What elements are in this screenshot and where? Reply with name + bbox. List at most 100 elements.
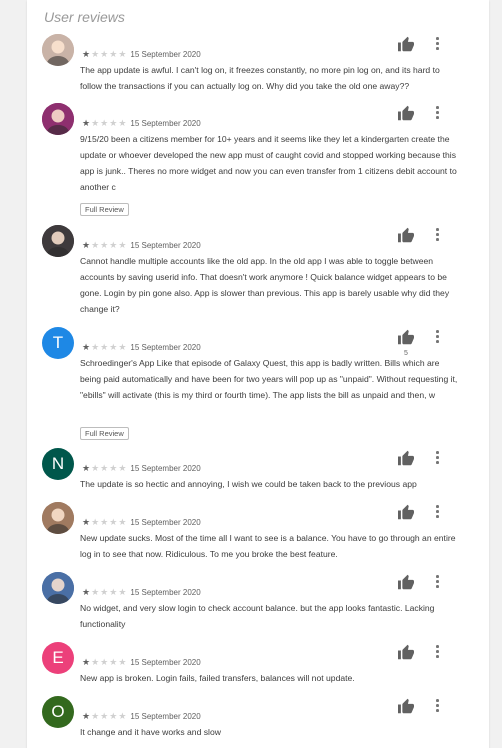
star-empty-icon: ★ — [118, 49, 128, 59]
avatar[interactable] — [42, 34, 74, 66]
more-options-icon[interactable] — [432, 697, 442, 713]
review-text: Schroedinger's App Like that episode of … — [80, 358, 458, 400]
star-empty-icon: ★ — [91, 517, 101, 527]
full-review-button[interactable]: Full Review — [80, 203, 129, 216]
review-date: 15 September 2020 — [130, 343, 201, 352]
star-empty-icon: ★ — [100, 342, 110, 352]
menu-dot — [436, 228, 439, 231]
star-rating: ★★★★★ 15 September 2020 — [82, 239, 201, 252]
star-empty-icon: ★ — [109, 49, 119, 59]
star-empty-icon: ★ — [118, 463, 128, 473]
review-date: 15 September 2020 — [130, 50, 201, 59]
menu-dot — [436, 650, 439, 653]
star-rating: ★★★★★ 15 September 2020 — [82, 656, 201, 669]
avatar[interactable]: E — [42, 642, 74, 674]
star-empty-icon: ★ — [100, 517, 110, 527]
star-empty-icon: ★ — [100, 463, 110, 473]
review-date: 15 September 2020 — [130, 518, 201, 527]
avatar[interactable] — [42, 572, 74, 604]
star-empty-icon: ★ — [109, 517, 119, 527]
star-empty-icon: ★ — [118, 587, 128, 597]
thumbs-up-icon[interactable] — [397, 504, 415, 520]
star-rating: ★★★★★ 15 September 2020 — [82, 341, 201, 354]
star-filled-icon: ★ — [82, 118, 92, 128]
review-text: 9/15/20 been a citizens member for 10+ y… — [80, 134, 457, 192]
menu-dot — [436, 42, 439, 45]
review-text: No widget, and very slow login to check … — [80, 603, 435, 629]
menu-dot — [436, 238, 439, 241]
star-empty-icon: ★ — [100, 657, 110, 667]
more-options-icon[interactable] — [432, 328, 442, 344]
menu-dot — [436, 655, 439, 658]
star-filled-icon: ★ — [82, 517, 92, 527]
menu-dot — [436, 461, 439, 464]
menu-dot — [436, 116, 439, 119]
star-empty-icon: ★ — [100, 49, 110, 59]
star-empty-icon: ★ — [109, 240, 119, 250]
star-filled-icon: ★ — [82, 49, 92, 59]
review-text: The app update is awful. I can't log on,… — [80, 65, 440, 91]
star-empty-icon: ★ — [91, 463, 101, 473]
star-empty-icon: ★ — [91, 711, 101, 721]
more-options-icon[interactable] — [432, 643, 442, 659]
menu-dot — [436, 580, 439, 583]
star-rating: ★★★★★ 15 September 2020 — [82, 516, 201, 529]
full-review-button[interactable]: Full Review — [80, 427, 129, 440]
more-options-icon[interactable] — [432, 104, 442, 120]
more-options-icon[interactable] — [432, 226, 442, 242]
thumbs-up-icon[interactable] — [397, 105, 415, 121]
more-options-icon[interactable] — [432, 449, 442, 465]
menu-dot — [436, 37, 439, 40]
star-empty-icon: ★ — [109, 587, 119, 597]
menu-dot — [436, 515, 439, 518]
star-filled-icon: ★ — [82, 711, 92, 721]
star-rating: ★★★★★ 15 September 2020 — [82, 710, 201, 723]
menu-dot — [436, 111, 439, 114]
thumbs-up-icon[interactable] — [397, 644, 415, 660]
star-filled-icon: ★ — [82, 657, 92, 667]
thumbs-up-icon[interactable] — [397, 227, 415, 243]
avatar[interactable] — [42, 502, 74, 534]
reviews-card: User reviews ★★★★★ 15 September 2020 The … — [27, 0, 489, 748]
review-text: It change and it have works and slow — [80, 727, 221, 737]
more-options-icon[interactable] — [432, 35, 442, 51]
thumbs-up-icon[interactable] — [397, 574, 415, 590]
star-empty-icon: ★ — [109, 463, 119, 473]
star-empty-icon: ★ — [109, 711, 119, 721]
review-date: 15 September 2020 — [130, 119, 201, 128]
star-empty-icon: ★ — [118, 657, 128, 667]
menu-dot — [436, 709, 439, 712]
review-date: 15 September 2020 — [130, 588, 201, 597]
star-rating: ★★★★★ 15 September 2020 — [82, 462, 201, 475]
star-empty-icon: ★ — [91, 49, 101, 59]
thumbs-up-icon[interactable] — [397, 36, 415, 52]
star-filled-icon: ★ — [82, 342, 92, 352]
menu-dot — [436, 585, 439, 588]
menu-dot — [436, 704, 439, 707]
star-empty-icon: ★ — [91, 657, 101, 667]
more-options-icon[interactable] — [432, 503, 442, 519]
star-filled-icon: ★ — [82, 240, 92, 250]
menu-dot — [436, 699, 439, 702]
avatar[interactable]: N — [42, 448, 74, 480]
menu-dot — [436, 330, 439, 333]
menu-dot — [436, 335, 439, 338]
avatar[interactable]: T — [42, 327, 74, 359]
menu-dot — [436, 645, 439, 648]
avatar[interactable]: O — [42, 696, 74, 728]
menu-dot — [436, 106, 439, 109]
star-empty-icon: ★ — [118, 118, 128, 128]
thumbs-up-icon[interactable] — [397, 698, 415, 714]
menu-dot — [436, 510, 439, 513]
review-text: Cannot handle multiple accounts like the… — [80, 256, 450, 314]
avatar[interactable] — [42, 103, 74, 135]
review-date: 15 September 2020 — [130, 712, 201, 721]
star-empty-icon: ★ — [109, 342, 119, 352]
thumbs-up-icon[interactable] — [397, 329, 415, 345]
thumbs-up-icon[interactable] — [397, 450, 415, 466]
avatar[interactable] — [42, 225, 74, 257]
more-options-icon[interactable] — [432, 573, 442, 589]
review-date: 15 September 2020 — [130, 464, 201, 473]
star-empty-icon: ★ — [109, 118, 119, 128]
star-empty-icon: ★ — [100, 711, 110, 721]
